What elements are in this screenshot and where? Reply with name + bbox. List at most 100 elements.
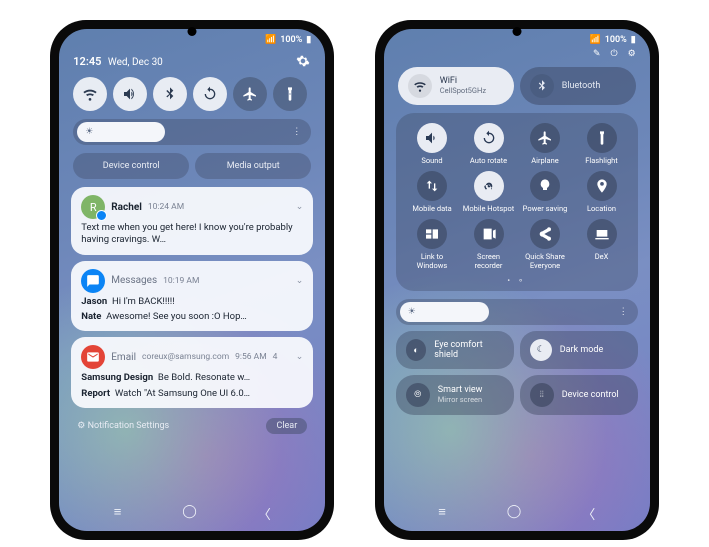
nav-bar: ≡ ◯ 〈 xyxy=(384,500,650,527)
qs-tile-label: Screen recorder xyxy=(463,252,515,270)
edit-icon[interactable]: ✎ xyxy=(593,49,601,59)
airplane-toggle[interactable] xyxy=(233,77,267,111)
bluetooth-label: Bluetooth xyxy=(562,81,601,91)
app-badge-icon xyxy=(96,210,107,221)
notification-card[interactable]: Email coreux@samsung.com 9:56 AM 4 ⌄ Sam… xyxy=(71,337,313,408)
eye-comfort-label: Eye comfort shield xyxy=(434,340,503,360)
qs-large-row: ⦾ Smart view Mirror screen ⦙⦙ Device con… xyxy=(384,375,650,419)
device-control-pill[interactable]: Device control xyxy=(73,153,189,179)
phone-quick-settings: 📶 100% ▮ ✎ ⏻ ⚙ WiFi CellSpot5GHz xyxy=(375,20,659,540)
notification-count: 4 xyxy=(273,352,278,362)
settings-button[interactable] xyxy=(295,53,311,69)
smart-view-tile[interactable]: ⦾ Smart view Mirror screen xyxy=(396,375,514,415)
quickshare-icon xyxy=(530,219,560,249)
bluetooth-icon xyxy=(530,74,554,98)
notification-time: 9:56 AM xyxy=(235,352,266,362)
wifi-icon xyxy=(408,74,432,98)
brightness-slider[interactable]: ☀ ⋮ xyxy=(396,299,638,325)
qs-tile-location[interactable]: Location xyxy=(576,171,628,213)
recents-button[interactable]: ≡ xyxy=(438,504,446,523)
recents-button[interactable]: ≡ xyxy=(114,504,122,523)
qs-tile-label: Power saving xyxy=(523,204,568,213)
qs-tile-autorotate[interactable]: Auto rotate xyxy=(463,123,515,165)
battery-icon: ▮ xyxy=(306,35,311,45)
rotate-toggle[interactable] xyxy=(193,77,227,111)
qs-tile-linkwindows[interactable]: Link to Windows xyxy=(406,219,458,270)
chevron-down-icon[interactable]: ⌄ xyxy=(296,276,304,286)
battery-icon: ▮ xyxy=(631,35,636,45)
qs-big-row: WiFi CellSpot5GHz Bluetooth xyxy=(384,67,650,113)
brightness-fill: ☀ xyxy=(77,122,164,142)
notification-line: Report Watch "At Samsung One UI 6.0… xyxy=(81,388,303,400)
qs-tile-label: Quick Share Everyone xyxy=(519,252,571,270)
notification-time: 10:19 AM xyxy=(163,276,199,286)
dark-mode-label: Dark mode xyxy=(560,345,604,355)
qs-tile-label: Mobile data xyxy=(412,204,451,213)
location-icon xyxy=(587,171,617,201)
qs-tile-sound[interactable]: Sound xyxy=(406,123,458,165)
qs-tile-flashlight[interactable]: Flashlight xyxy=(576,123,628,165)
airplane-icon xyxy=(530,123,560,153)
wifi-ssid: CellSpot5GHz xyxy=(440,87,486,95)
qs-tile-label: Auto rotate xyxy=(470,156,507,165)
qs-tile-quickshare[interactable]: Quick Share Everyone xyxy=(519,219,571,270)
chevron-down-icon[interactable]: ⌄ xyxy=(296,352,304,362)
back-button[interactable]: 〈 xyxy=(582,504,595,523)
wifi-toggle[interactable] xyxy=(73,77,107,111)
messages-app-icon xyxy=(81,269,105,293)
notification-card[interactable]: Messages 10:19 AM ⌄ Jason Hi I'm BACK!!!… xyxy=(71,261,313,332)
qs-tile-label: Location xyxy=(587,204,616,213)
gear-icon: ⚙ xyxy=(77,421,85,431)
battery-text: 100% xyxy=(605,35,627,45)
sound-toggle[interactable] xyxy=(113,77,147,111)
wifi-tile[interactable]: WiFi CellSpot5GHz xyxy=(398,67,514,105)
qs-tile-recorder[interactable]: Screen recorder xyxy=(463,219,515,270)
home-button[interactable]: ◯ xyxy=(507,504,522,523)
signal-icon: 📶 xyxy=(265,35,276,45)
quick-toggle-row xyxy=(59,77,325,119)
media-output-pill[interactable]: Media output xyxy=(195,153,311,179)
footer-row: ⚙ Notification Settings Clear xyxy=(59,414,325,438)
clear-all-button[interactable]: Clear xyxy=(266,418,307,434)
back-button[interactable]: 〈 xyxy=(258,504,271,523)
qs-tile-hotspot[interactable]: Mobile Hotspot xyxy=(463,171,515,213)
hotspot-icon xyxy=(474,171,504,201)
bluetooth-tile[interactable]: Bluetooth xyxy=(520,67,636,105)
power-icon[interactable]: ⏻ xyxy=(611,49,618,59)
qs-tile-airplane[interactable]: Airplane xyxy=(519,123,571,165)
phone-notification-panel: 📶 100% ▮ 12:45 Wed, Dec 30 ☀ ⋮ xyxy=(50,20,334,540)
qs-tile-powersave[interactable]: Power saving xyxy=(519,171,571,213)
brightness-slider[interactable]: ☀ ⋮ xyxy=(73,119,311,145)
settings-icon[interactable]: ⚙ xyxy=(628,49,636,59)
eye-comfort-tile[interactable]: ◐ Eye comfort shield xyxy=(396,331,514,369)
clock-time: 12:45 xyxy=(73,55,101,68)
qs-tile-label: Mobile Hotspot xyxy=(463,204,514,213)
qs-tile-dex[interactable]: DeX xyxy=(576,219,628,270)
notification-title: Rachel xyxy=(111,202,142,213)
recorder-icon xyxy=(474,219,504,249)
qs-tile-label: Airplane xyxy=(531,156,559,165)
device-control-tile[interactable]: ⦙⦙ Device control xyxy=(520,375,638,415)
quick-settings-screen: 📶 100% ▮ ✎ ⏻ ⚙ WiFi CellSpot5GHz xyxy=(384,29,650,531)
notification-settings-link[interactable]: ⚙ Notification Settings xyxy=(77,421,169,431)
dark-mode-tile[interactable]: ☾ Dark mode xyxy=(520,331,638,369)
notification-card[interactable]: R Rachel 10:24 AM ⌄ Text me when you get… xyxy=(71,187,313,255)
dex-icon xyxy=(587,219,617,249)
email-app-icon xyxy=(81,345,105,369)
qs-tile-label: DeX xyxy=(595,252,609,261)
flashlight-toggle[interactable] xyxy=(273,77,307,111)
chevron-down-icon[interactable]: ⌄ xyxy=(296,202,304,212)
notification-panel-screen: 📶 100% ▮ 12:45 Wed, Dec 30 ☀ ⋮ xyxy=(59,29,325,531)
brightness-more-icon[interactable]: ⋮ xyxy=(292,127,301,137)
brightness-fill: ☀ xyxy=(400,302,489,322)
camera-notch xyxy=(512,27,521,36)
home-button[interactable]: ◯ xyxy=(182,504,197,523)
smart-view-sub: Mirror screen xyxy=(438,396,483,404)
qs-tile-label: Sound xyxy=(421,156,442,165)
qs-tile-mobiledata[interactable]: Mobile data xyxy=(406,171,458,213)
notification-line: Jason Hi I'm BACK!!!!! xyxy=(81,296,303,308)
grid-icon: ⦙⦙ xyxy=(530,383,554,407)
app-name: Messages xyxy=(111,275,157,286)
brightness-more-icon[interactable]: ⋮ xyxy=(619,307,628,317)
bluetooth-toggle[interactable] xyxy=(153,77,187,111)
